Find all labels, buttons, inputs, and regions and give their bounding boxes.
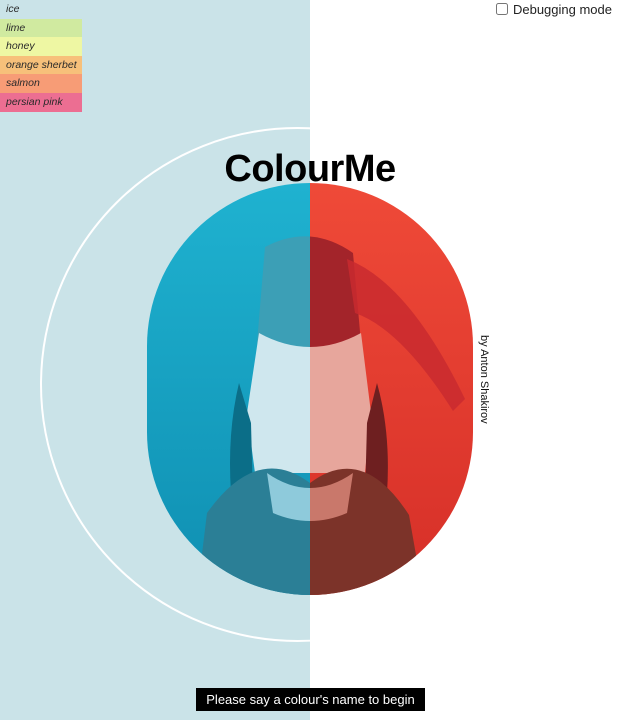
swatch-lime[interactable]: lime — [0, 18, 82, 38]
swatch-salmon[interactable]: salmon — [0, 74, 82, 93]
swatch-honey[interactable]: honey — [0, 37, 82, 56]
debugging-mode-toggle[interactable]: Debugging mode — [495, 0, 612, 18]
portrait-image — [147, 183, 473, 595]
swatch-ice[interactable]: ice — [0, 0, 82, 19]
swatch-orange-sherbet[interactable]: orange sherbet — [0, 55, 82, 75]
app-title: ColourMe — [224, 148, 396, 190]
start-prompt-banner: Please say a colour's name to begin — [196, 688, 425, 711]
photo-credit: by Anton Shakirov — [478, 335, 490, 424]
debugging-mode-checkbox[interactable] — [495, 3, 508, 15]
colour-swatch-list: ice lime honey orange sherbet salmon per… — [0, 0, 82, 112]
debugging-mode-label: Debugging mode — [512, 1, 612, 17]
swatch-persian-pink[interactable]: persian pink — [0, 92, 82, 112]
